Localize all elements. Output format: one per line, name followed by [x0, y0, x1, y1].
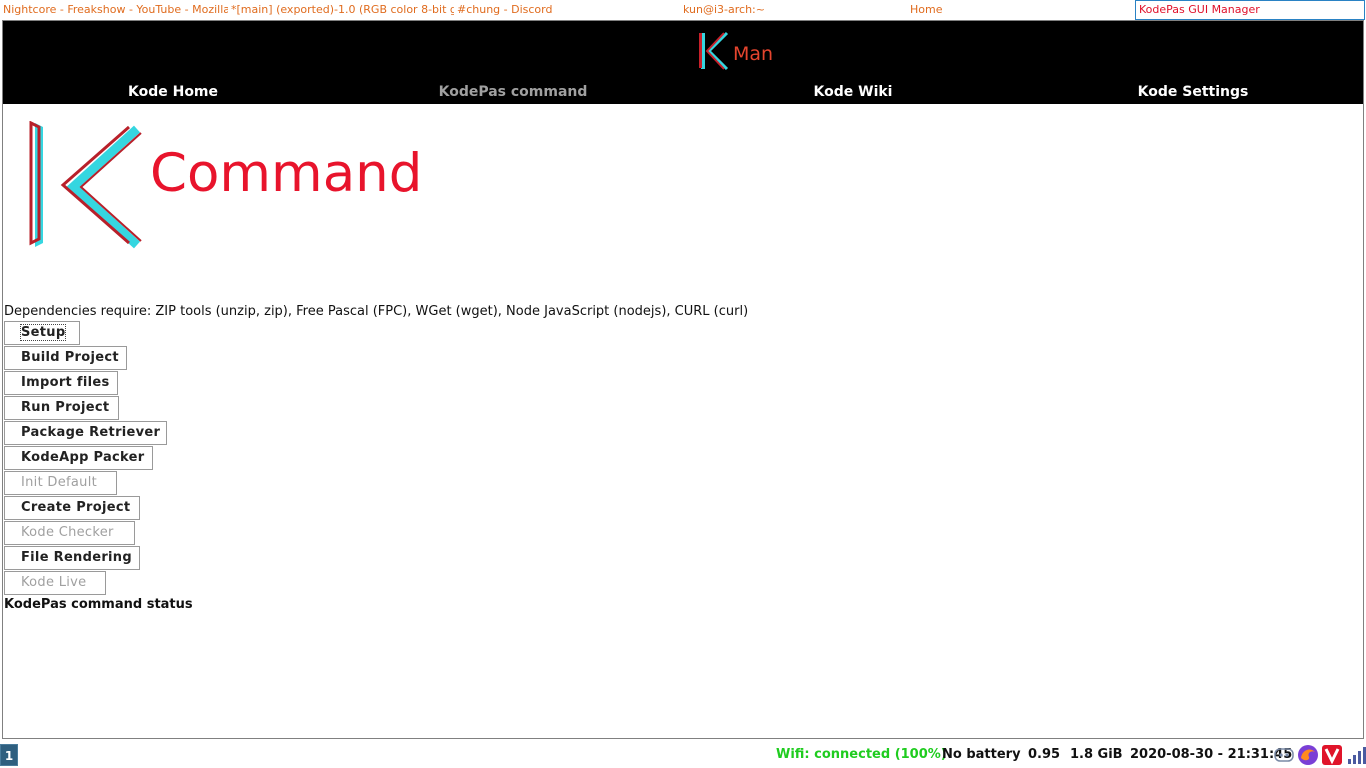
window-tab-firefox[interactable]: Nightcore - Freakshow - YouTube - Mozill… [0, 0, 228, 20]
memory-usage: 1.8 GiB [1070, 747, 1123, 762]
app-header: Man Kode Home KodePas command Kode Wiki … [3, 21, 1363, 104]
kode-checker-button[interactable]: Kode Checker [4, 521, 135, 545]
nav-kode-settings[interactable]: Kode Settings [1023, 81, 1363, 103]
import-files-button[interactable]: Import files [4, 371, 118, 395]
dependencies-text: Dependencies require: ZIP tools (unzip, … [4, 304, 749, 319]
file-rendering-button[interactable]: File Rendering [4, 546, 140, 570]
nav-kode-wiki[interactable]: Kode Wiki [683, 81, 1023, 103]
window-titlebar: Nightcore - Freakshow - YouTube - Mozill… [0, 0, 1366, 20]
network-signal-icon[interactable] [1345, 744, 1366, 766]
command-status-text: KodePas command status [4, 597, 193, 612]
kodeapp-packer-button[interactable]: KodeApp Packer [4, 446, 153, 470]
discord-icon[interactable] [1273, 744, 1295, 766]
k-command-logo-icon [29, 121, 142, 249]
vivaldi-icon[interactable] [1321, 744, 1343, 766]
k-logo-icon [699, 31, 729, 71]
datetime: 2020-08-30 - 21:31:45 [1130, 747, 1293, 762]
wifi-status: Wifi: connected (100%) [776, 747, 947, 762]
load-average: 0.95 [1028, 747, 1061, 762]
nav-kodepas-command[interactable]: KodePas command [343, 81, 683, 103]
system-tray [1273, 744, 1366, 766]
nav-kode-home[interactable]: Kode Home [3, 81, 343, 103]
window-tab-kodepas[interactable]: KodePas GUI Manager [1135, 0, 1365, 20]
main-nav: Kode Home KodePas command Kode Wiki Kode… [3, 81, 1363, 103]
window-tab-gimp[interactable]: *[main] (exported)-1.0 (RGB color 8-bit … [228, 0, 454, 20]
workspace-button[interactable]: 1 [0, 744, 18, 766]
firefox-icon[interactable] [1297, 744, 1319, 766]
run-project-button[interactable]: Run Project [4, 396, 119, 420]
window-tab-discord[interactable]: #chung - Discord [454, 0, 680, 20]
build-project-button[interactable]: Build Project [4, 346, 127, 370]
kman-logo[interactable]: Man [697, 31, 777, 73]
setup-button[interactable]: Setup [4, 321, 80, 345]
status-bar: 1 Wifi: connected (100%) No battery 0.95… [0, 742, 1366, 768]
app-window: Man Kode Home KodePas command Kode Wiki … [2, 20, 1364, 739]
create-project-button[interactable]: Create Project [4, 496, 140, 520]
window-tab-terminal[interactable]: kun@i3-arch:~ [680, 0, 907, 20]
battery-status: No battery [942, 747, 1021, 762]
page-title: Command [150, 143, 423, 204]
window-tab-home[interactable]: Home [907, 0, 1135, 20]
kode-live-button[interactable]: Kode Live [4, 571, 106, 595]
kman-logo-text: Man [733, 43, 774, 65]
init-default-button[interactable]: Init Default [4, 471, 117, 495]
package-retriever-button[interactable]: Package Retriever [4, 421, 167, 445]
setup-button-label: Setup [19, 324, 67, 341]
